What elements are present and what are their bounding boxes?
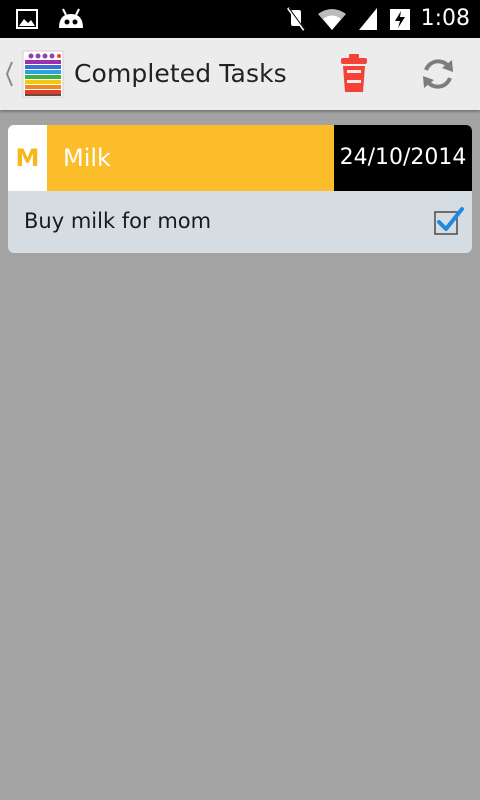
picture-icon [16,9,38,29]
task-name: Milk [47,125,334,191]
status-time: 1:08 [420,6,470,31]
task-header[interactable]: M Milk 24/10/2014 [8,125,472,191]
wifi-icon [317,9,346,30]
signal-icon [358,8,377,30]
status-bar: 1:08 [0,0,480,38]
app-logo[interactable] [22,50,64,98]
android-notification-icon [59,8,83,28]
action-bar: Completed Tasks [0,38,480,110]
trash-icon[interactable] [338,52,370,94]
task-initial: M [8,125,47,191]
mute-icon [286,7,305,31]
status-left-icons [16,6,86,32]
battery-charging-icon [389,9,410,30]
status-right-icons: 1:08 [285,4,470,34]
page-title: Completed Tasks [74,59,287,88]
task-description: Buy milk for mom [24,209,212,233]
completed-checkbox[interactable] [434,206,464,236]
task-date: 24/10/2014 [334,125,472,191]
task-card[interactable]: M Milk 24/10/2014 Buy milk for mom [8,125,472,253]
refresh-icon[interactable] [418,54,458,94]
back-chevron-icon[interactable] [4,56,14,92]
task-body: Buy milk for mom [8,191,472,253]
